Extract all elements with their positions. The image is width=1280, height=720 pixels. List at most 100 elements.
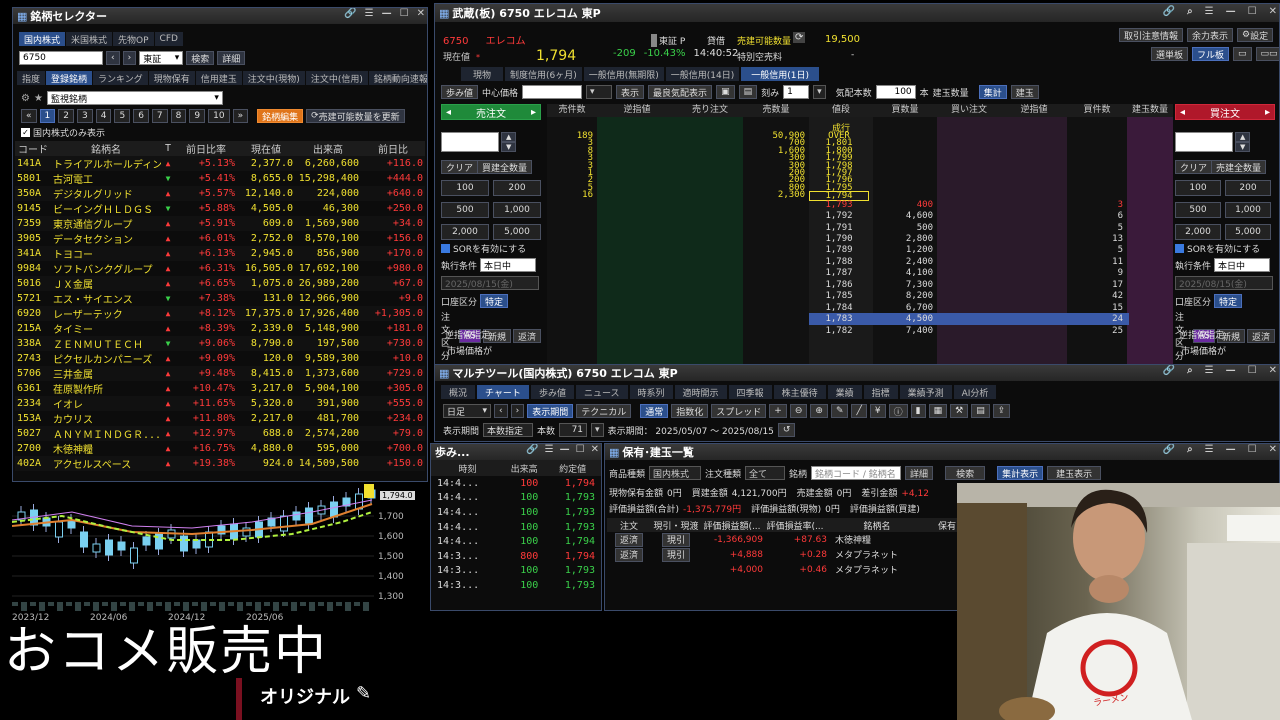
mt-tab[interactable]: 四季報 <box>728 385 772 399</box>
period-mode-select[interactable]: 本数指定 <box>483 423 534 437</box>
code-input[interactable]: 6750 <box>19 51 103 65</box>
sellable-refresh-icon[interactable]: ⟳ <box>793 32 806 43</box>
col-code[interactable]: コード <box>15 141 51 156</box>
page-2[interactable]: 2 <box>58 109 74 123</box>
ob-bid-price[interactable]: 1,785 <box>809 292 869 301</box>
col-volume[interactable]: 出来高 <box>295 141 361 156</box>
caution-info-button[interactable]: 取引注意情報 <box>1119 28 1184 42</box>
edit-list-button[interactable]: 銘柄編集 <box>257 109 304 123</box>
tool-icon[interactable]: ⚒ <box>950 404 969 418</box>
watchlist-row[interactable]: 338A ＺＥＮＭＵＴＥＣＨ ▼ +9.06% 8,790.0 197,500 +730.0 <box>15 336 425 351</box>
next-icon[interactable]: › <box>122 51 137 65</box>
full-board-button[interactable]: フル板 <box>1192 47 1230 61</box>
sell-qty-1000[interactable]: 1,000 <box>493 202 541 218</box>
watchlist-row[interactable]: 6361 荏原製作所 ▲ +10.47% 3,217.0 5,904,100 +305.0 <box>15 381 425 396</box>
sell-order-button[interactable]: ◂ 売注文 ▸ <box>441 104 541 120</box>
technical-button[interactable]: テクニカル <box>576 404 632 418</box>
ticks-minimize-icon[interactable]: — <box>560 444 570 455</box>
mt-next-icon[interactable]: › <box>510 404 525 418</box>
mt-tab[interactable]: 時系列 <box>629 385 673 399</box>
col-name[interactable]: 銘柄名 <box>51 141 161 156</box>
reset-range-icon[interactable]: ↺ <box>777 423 796 437</box>
page-7[interactable]: 7 <box>151 109 168 123</box>
buy-close-button[interactable]: 返済 <box>1246 329 1275 343</box>
index-button[interactable]: 指数化 <box>671 404 709 418</box>
ob-bid-qty[interactable]: 4,500 <box>873 315 933 324</box>
line-icon[interactable]: ╱ <box>851 404 867 418</box>
product-select[interactable]: 国内株式 <box>649 466 702 480</box>
tab-orders-margin[interactable]: 注文中(信用) <box>305 71 368 85</box>
holdings-menu-lines-icon[interactable]: ☰ <box>1205 444 1214 455</box>
ob-bid-price[interactable]: 1,787 <box>809 269 869 278</box>
tab-index[interactable]: 指度 <box>17 71 46 85</box>
col-price[interactable]: 現在値 <box>237 141 295 156</box>
sell-close-button[interactable]: 返済 <box>512 329 541 343</box>
sell-price-input[interactable] <box>441 132 499 152</box>
ticks-maximize-icon[interactable]: ☐ <box>576 444 585 455</box>
buy-date-input[interactable]: 2025/08/15(金) <box>1175 276 1273 290</box>
view-icon-2[interactable]: ▤ <box>738 85 758 99</box>
multitool-link-icon[interactable]: 🔗 <box>1163 365 1175 376</box>
ob-bid-price[interactable]: 1,782 <box>809 326 869 335</box>
ob-bid-qty[interactable]: 2,400 <box>873 257 933 266</box>
holdings-search-button[interactable]: 検索 <box>945 466 986 480</box>
col-pct[interactable]: 前日比率 <box>175 141 237 156</box>
holdings-menu-icon[interactable]: ▦ <box>609 446 619 459</box>
buy-account-value[interactable]: 特定 <box>1214 294 1243 308</box>
page-9[interactable]: 9 <box>189 109 206 123</box>
multitool-maximize-icon[interactable]: ☐ <box>1248 365 1257 376</box>
buy-price-up-icon[interactable]: ▲ <box>1235 132 1251 142</box>
ob-bid-price[interactable]: 1,793 <box>809 200 869 209</box>
watchlist-row[interactable]: 9145 ビーイングＨＬＤＧＳ ▼ +5.88% 4,505.0 46,300 +250.0 <box>15 201 425 216</box>
watchlist-row[interactable]: 402A アクセルスペース ▲ +19.38% 924.0 14,509,500 +150.… <box>15 456 425 471</box>
ob-bid-qty[interactable]: 7,300 <box>873 280 933 289</box>
sell-account-value[interactable]: 特定 <box>480 294 509 308</box>
maximize-icon[interactable]: ☐ <box>400 8 409 19</box>
star-icon[interactable]: ★ <box>34 93 43 104</box>
view-icon-1[interactable]: ▣ <box>716 85 735 99</box>
watchlist-row[interactable]: 7359 東京通信グループ ▲ +5.91% 609.0 1,569,900 +34.0 <box>15 216 425 231</box>
holdings-detail-button[interactable]: 詳細 <box>905 466 934 480</box>
page-5[interactable]: 5 <box>114 109 131 123</box>
tab-system-margin[interactable]: 制度信用(6ヶ月) <box>505 67 582 81</box>
board-menu-icon[interactable]: ▦ <box>439 7 449 20</box>
sum-button[interactable]: 集計 <box>978 85 1007 99</box>
best-quote-button[interactable]: 最良気配表示 <box>648 85 713 99</box>
draw-icon[interactable]: ✎ <box>830 404 849 418</box>
ob-bid-price[interactable]: 1,788 <box>809 257 869 266</box>
ticks-link-icon[interactable]: 🔗 <box>526 444 538 455</box>
export-icon[interactable]: ⇪ <box>992 404 1011 418</box>
ob-bid-price[interactable]: 1,790 <box>809 235 869 244</box>
col-trend[interactable]: T <box>161 141 175 156</box>
buy-sor-checkbox[interactable] <box>1175 244 1184 253</box>
buy-clear-button[interactable]: クリア <box>1175 160 1213 174</box>
buy-price-input[interactable] <box>1175 132 1233 152</box>
mt-tab[interactable]: 業績 <box>827 385 862 399</box>
last-page-icon[interactable]: » <box>232 109 249 123</box>
watchlist-row[interactable]: 215A タイミー ▲ +8.39% 2,339.0 5,148,900 +181.0 <box>15 321 425 336</box>
multitool-close-icon[interactable]: ✕ <box>1269 365 1277 376</box>
rows-input[interactable]: 100 <box>875 85 916 99</box>
ticks-close-icon[interactable]: ✕ <box>591 444 599 455</box>
tab-ranking[interactable]: ランキング <box>93 71 148 85</box>
info-icon[interactable]: ⓘ <box>888 404 908 418</box>
add-icon[interactable]: + <box>769 404 787 418</box>
normal-button[interactable]: 通常 <box>640 404 669 418</box>
ob-bid-qty[interactable]: 4,100 <box>873 269 933 278</box>
buy-exec-select[interactable]: 本日中 <box>1214 258 1271 272</box>
close-position-button[interactable]: 返済 <box>614 547 643 562</box>
close-icon[interactable]: ✕ <box>417 8 425 19</box>
ob-bid-count[interactable]: 42 <box>1067 292 1123 301</box>
sell-qty-100[interactable]: 100 <box>441 180 489 196</box>
tab-general-unlimited[interactable]: 一般信用(無期限) <box>583 67 664 81</box>
position-button[interactable]: 建玉 <box>1010 85 1039 99</box>
detail-button[interactable]: 詳細 <box>217 51 246 65</box>
position-display-button[interactable]: 建玉表示 <box>1047 466 1102 480</box>
ob-bid-count[interactable]: 9 <box>1067 269 1123 278</box>
buy-qty-200[interactable]: 200 <box>1225 180 1271 196</box>
zoom-in-icon[interactable]: ⊕ <box>810 404 828 418</box>
tab-us[interactable]: 米国株式 <box>66 32 113 46</box>
ob-bid-price[interactable]: 1,792 <box>809 212 869 221</box>
board-search-icon[interactable]: ⌕ <box>1187 6 1193 17</box>
ob-bid-count[interactable]: 17 <box>1067 280 1123 289</box>
